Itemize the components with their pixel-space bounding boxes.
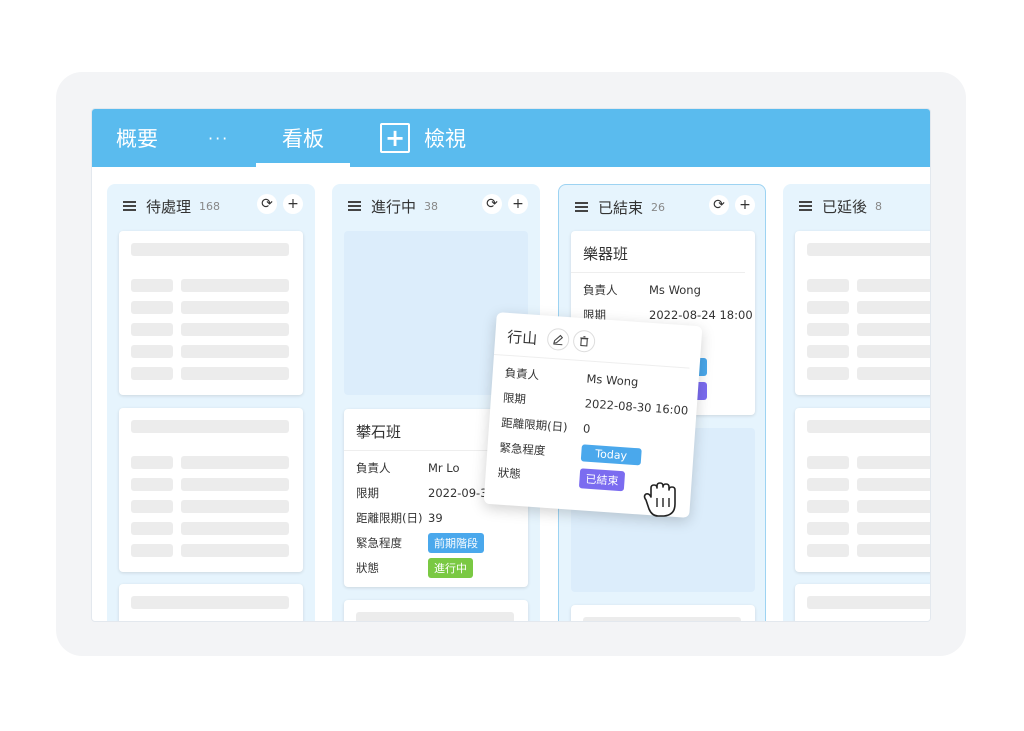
column-count: 38 [424,199,439,213]
owner-value: Ms Wong [586,370,639,389]
status-label: 狀態 [356,560,379,575]
tab-overview[interactable]: 概要 [116,109,158,167]
deadline-value: 2022-08-24 18:00 [649,307,753,322]
menu-icon[interactable] [799,201,812,211]
column-title: 待處理 [146,197,192,216]
days-label: 距離限期(日) [356,510,423,525]
column-title: 進行中 [371,197,417,216]
deadline-value: 2022-09-3 [428,485,488,500]
placeholder-card[interactable] [795,231,930,395]
column-header: 待處理 168 ⟳ + [123,194,303,218]
column-todo: 待處理 168 ⟳ + [107,184,315,621]
tab-view[interactable]: + 檢視 [380,109,466,167]
top-nav: 概要 ··· 看板 + 檢視 [92,109,930,167]
add-view-icon[interactable]: + [380,123,410,153]
days-value: 0 [582,420,591,436]
column-title: 已延後 [822,197,868,216]
urgency-badge: 前期階段 [428,532,484,553]
owner-label: 負責人 [583,282,618,297]
urgency-label: 緊急程度 [356,535,402,550]
column-header: 已結束 26 ⟳ + [575,195,755,219]
menu-icon[interactable] [123,201,136,211]
owner-label: 負責人 [356,460,391,475]
active-tab-indicator [256,163,350,167]
column-count: 26 [651,200,666,214]
deadline-label: 限期 [502,390,527,406]
menu-icon[interactable] [575,202,588,212]
placeholder-card[interactable] [571,605,755,621]
add-card-button[interactable]: + [283,194,303,214]
owner-label: 負責人 [504,365,540,382]
refresh-icon[interactable]: ⟳ [482,194,502,214]
urgency-badge: Today [580,444,642,466]
status-label: 狀態 [497,465,522,481]
tab-more[interactable]: ··· [208,109,229,167]
refresh-icon[interactable]: ⟳ [709,195,729,215]
card-title: 樂器班 [571,231,745,273]
add-card-button[interactable]: + [508,194,528,214]
deadline-label: 限期 [356,485,379,500]
placeholder-card[interactable] [344,600,528,621]
deadline-value: 2022-08-30 16:00 [584,395,689,418]
card-title: 行山 [506,327,538,348]
days-value: 39 [428,510,443,525]
status-badge: 已結束 [578,467,626,491]
trash-icon[interactable] [572,329,596,353]
drag-hand-icon [643,482,676,517]
column-postponed: 已延後 8 [783,184,930,621]
owner-value: Mr Lo [428,460,460,475]
column-header: 進行中 38 ⟳ + [348,194,528,218]
placeholder-card[interactable] [119,408,303,572]
placeholder-card[interactable] [119,231,303,395]
days-label: 距離限期(日) [500,415,569,434]
column-count: 8 [875,199,883,213]
placeholder-card[interactable] [119,584,303,621]
placeholder-card[interactable] [795,584,930,621]
column-header: 已延後 8 [799,194,930,218]
refresh-icon[interactable]: ⟳ [257,194,277,214]
column-count: 168 [199,199,221,213]
edit-icon[interactable] [546,327,570,352]
add-card-button[interactable]: + [735,195,755,215]
status-badge: 進行中 [428,557,473,578]
owner-value: Ms Wong [649,282,701,297]
tab-view-label: 檢視 [424,127,466,151]
urgency-label: 緊急程度 [499,440,546,458]
column-title: 已結束 [598,198,644,217]
tab-board[interactable]: 看板 [282,109,324,167]
menu-icon[interactable] [348,201,361,211]
placeholder-card[interactable] [795,408,930,572]
